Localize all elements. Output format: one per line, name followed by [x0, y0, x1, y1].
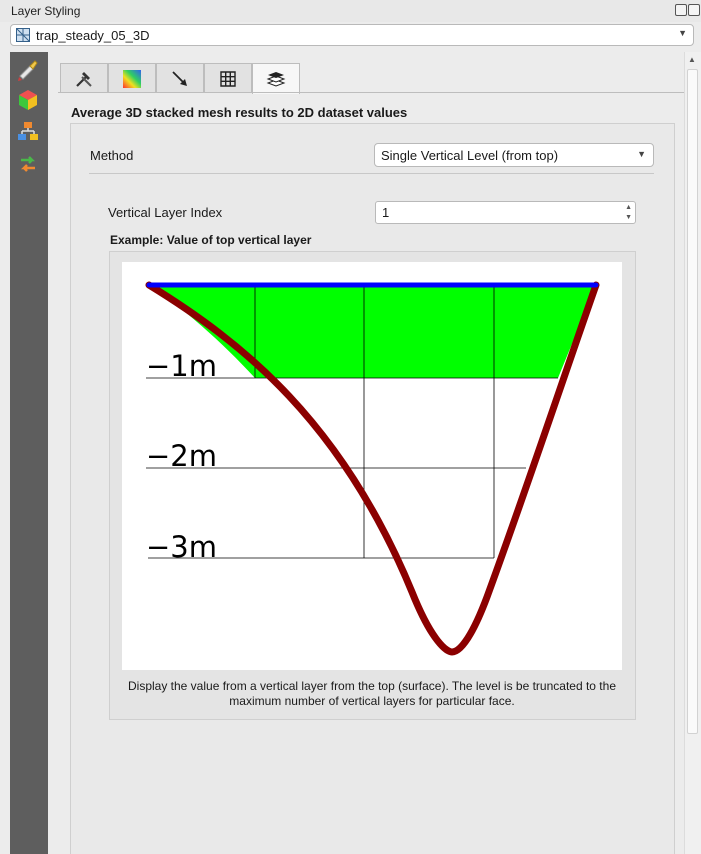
divider	[89, 173, 654, 174]
depth-label-2: −2m	[146, 439, 217, 473]
vertical-layer-index-value: 1	[382, 205, 390, 220]
tab-vectors[interactable]	[156, 63, 204, 93]
method-label: Method	[90, 148, 134, 163]
example-description: Display the value from a vertical layer …	[127, 679, 616, 708]
tab-rendering[interactable]	[204, 63, 252, 93]
chevron-down-icon: ▼	[637, 149, 646, 159]
tab-underline	[58, 92, 684, 93]
scrollbar-thumb[interactable]	[687, 69, 698, 734]
chevron-down-icon: ▼	[678, 28, 687, 38]
depth-label-1: −1m	[146, 349, 217, 383]
depth-label-3: −3m	[146, 530, 217, 564]
spin-down-icon[interactable]: ▼	[625, 214, 632, 221]
vector-arrow-icon	[172, 71, 187, 86]
mesh-layer-icon	[16, 28, 30, 42]
section-heading: Average 3D stacked mesh results to 2D da…	[71, 105, 408, 120]
scroll-up-icon[interactable]: ▲	[688, 55, 696, 64]
vertical-layer-index-label: Vertical Layer Index	[108, 205, 223, 220]
close-icon[interactable]	[688, 4, 700, 16]
panel-title: Layer Styling	[11, 4, 81, 18]
tab-general[interactable]	[60, 63, 108, 93]
example-title: Example: Value of top vertical layer	[110, 233, 312, 247]
method-select[interactable]: Single Vertical Level (from top) ▼	[374, 143, 654, 167]
title-bar	[0, 0, 701, 22]
spin-up-icon[interactable]: ▲	[625, 204, 632, 211]
color-ramp-icon	[123, 70, 141, 88]
hammer-wrench-icon	[76, 72, 92, 87]
layer-selector[interactable]: trap_steady_05_3D ▼	[10, 24, 694, 46]
history-icon[interactable]	[16, 152, 40, 176]
paintbrush-icon[interactable]	[16, 58, 40, 82]
vertical-layer-index-spinbox[interactable]: 1 ▲ ▼	[375, 201, 636, 224]
tab-stacked-mesh[interactable]	[252, 63, 300, 94]
layer-tree-icon[interactable]	[16, 120, 40, 144]
sidebar	[10, 52, 48, 854]
stacked-layers-icon	[266, 72, 286, 87]
layer-selector-value: trap_steady_05_3D	[36, 28, 150, 43]
grid-icon	[220, 71, 236, 87]
3d-cube-icon[interactable]	[16, 88, 40, 112]
example-diagram: −1m −2m −3m	[122, 262, 622, 670]
method-select-value: Single Vertical Level (from top)	[381, 148, 559, 163]
float-icon[interactable]	[675, 4, 687, 16]
tab-symbology[interactable]	[108, 63, 156, 93]
